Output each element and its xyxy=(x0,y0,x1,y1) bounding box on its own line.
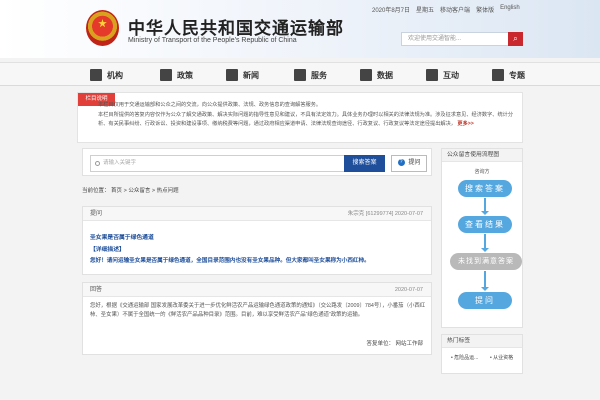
top-utility-bar: 2020年8月7日 星期五 移动客户端 繁体版 English xyxy=(372,5,520,14)
question-header: 提问 朱宗克 [61299774] 2020-07-07 xyxy=(83,207,431,221)
flow-user-label: 咨询方 xyxy=(474,169,490,175)
notice-line-1: 本栏目仅用于交通运输部和公众之间的交流，向公众提供政策、法规、政务信息的查询解答… xyxy=(98,102,322,108)
hot-tags-title: 热门标签 xyxy=(442,335,522,348)
search-icon xyxy=(95,161,100,166)
document-icon xyxy=(160,69,172,81)
main-nav: 机构 政策 新闻 服务 数据 互动 专题 xyxy=(0,62,600,86)
question-title: 圣女果是否属于绿色通道 xyxy=(90,235,154,241)
question-search-panel: 请输入关键字 搜索答案 ? 提问 xyxy=(82,148,432,176)
breadcrumb-hot-questions: 热点问题 xyxy=(156,188,179,194)
traditional-chinese-link[interactable]: 繁体版 xyxy=(476,5,494,14)
nav-item-interaction[interactable]: 互动 xyxy=(426,63,459,87)
arrow-down-icon xyxy=(481,271,489,291)
nav-label: 服务 xyxy=(311,70,327,80)
keyword-placeholder: 请输入关键字 xyxy=(103,160,137,166)
question-label: 提问 xyxy=(90,211,103,217)
breadcrumb: 当前位置： 首页 > 公众留言 > 热点问题 xyxy=(82,186,179,194)
service-icon xyxy=(294,69,306,81)
hot-tags-panel: 热门标签 • 危险品运... • 从业资格 xyxy=(441,334,523,374)
site-title-english: Ministry of Transport of the People's Re… xyxy=(128,37,297,44)
more-link[interactable]: 更多>> xyxy=(457,121,473,127)
question-meta: 朱宗克 [61299774] 2020-07-07 xyxy=(347,211,423,217)
ask-question-button[interactable]: ? 提问 xyxy=(391,155,427,172)
flow-step-ask[interactable]: 提问 xyxy=(458,292,512,309)
answer-header: 回答 2020-07-07 xyxy=(83,283,431,297)
hot-tag-label: 危险品运... xyxy=(454,355,479,361)
breadcrumb-public-messages[interactable]: 公众留言 xyxy=(128,188,150,194)
answer-card: 回答 2020-07-07 您好，根据《交通运输部 国家发展改革委关于进一步优化… xyxy=(82,282,432,355)
notice-line-2-text: 本栏目所提供的答复内容仅作为公众了解交通政策、解决实际问题的指导性意见和建议，不… xyxy=(98,111,514,128)
answer-signature: 答复单位： 网站工作部 xyxy=(366,341,423,347)
current-date: 2020年8月7日 xyxy=(372,8,411,14)
newspaper-icon xyxy=(226,69,238,81)
flow-step-view-results[interactable]: 查看结果 xyxy=(458,216,512,233)
nav-item-agency[interactable]: 机构 xyxy=(90,63,123,87)
flow-step-search[interactable]: 搜索答案 xyxy=(458,180,512,197)
arrow-down-icon xyxy=(481,234,489,252)
question-mark-icon: ? xyxy=(397,158,405,166)
usage-flowchart: 公众留言使用流程图 咨询方 搜索答案 查看结果 未找到满意答案 提问 xyxy=(441,148,523,328)
hot-tag-item[interactable]: • 危险品运... xyxy=(451,354,478,361)
search-answers-button[interactable]: 搜索答案 xyxy=(344,155,385,172)
national-emblem-icon xyxy=(86,10,119,46)
breadcrumb-prefix: 当前位置： xyxy=(82,188,110,194)
mobile-client-link[interactable]: 移动客户端 xyxy=(440,5,470,14)
nav-item-topics[interactable]: 专题 xyxy=(492,63,525,87)
nav-item-policy[interactable]: 政策 xyxy=(160,63,193,87)
notice-text: 本栏目仅用于交通运输部和公众之间的交流，向公众提供政策、法规、政务信息的查询解答… xyxy=(98,101,513,130)
building-icon xyxy=(90,69,102,81)
bookmark-icon xyxy=(492,69,504,81)
nav-label: 数据 xyxy=(377,70,393,80)
keyword-search-input[interactable]: 请输入关键字 xyxy=(90,155,357,172)
site-title[interactable]: 中华人民共和国交通运输部 xyxy=(128,14,344,39)
hot-tag-label: 从业资格 xyxy=(493,355,514,361)
column-notice: 栏目说明 本栏目仅用于交通运输部和公众之间的交流，向公众提供政策、法规、政务信息… xyxy=(77,92,523,143)
answer-label: 回答 xyxy=(90,287,103,293)
site-search-input[interactable]: 欢迎使用交通智能... xyxy=(401,32,523,46)
current-weekday: 星期五 xyxy=(416,8,435,14)
question-card: 提问 朱宗克 [61299774] 2020-07-07 圣女果是否属于绿色通道… xyxy=(82,206,432,275)
chart-icon xyxy=(360,69,372,81)
answer-date: 2020-07-07 xyxy=(394,287,423,293)
flowchart-title: 公众留言使用流程图 xyxy=(442,149,522,162)
flow-step-not-found: 未找到满意答案 xyxy=(450,253,522,270)
nav-label: 专题 xyxy=(509,70,525,80)
nav-label: 政策 xyxy=(177,70,193,80)
header-banner: 中华人民共和国交通运输部 Ministry of Transport of th… xyxy=(0,0,600,58)
arrow-down-icon xyxy=(481,198,489,215)
search-icon: ⌕ xyxy=(513,34,518,43)
ask-label: 提问 xyxy=(408,160,421,166)
nav-label: 互动 xyxy=(443,70,459,80)
nav-item-news[interactable]: 新闻 xyxy=(226,63,259,87)
breadcrumb-home[interactable]: 首页 xyxy=(111,188,122,194)
nav-label: 机构 xyxy=(107,70,123,80)
nav-label: 新闻 xyxy=(243,70,259,80)
nav-item-data[interactable]: 数据 xyxy=(360,63,393,87)
question-detail-label: 【详细描述】 xyxy=(90,247,125,253)
site-search-button[interactable]: ⌕ xyxy=(508,32,523,46)
hot-tag-item[interactable]: • 从业资格 xyxy=(490,354,513,361)
notice-line-2: 本栏目所提供的答复内容仅作为公众了解交通政策、解决实际问题的指导性意见和建议，不… xyxy=(98,111,513,130)
english-link[interactable]: English xyxy=(500,5,520,14)
chat-icon xyxy=(426,69,438,81)
nav-item-service[interactable]: 服务 xyxy=(294,63,327,87)
question-body: 您好！请问运输圣女果是否属于绿色通道，全国目录范围内也没有圣女果品种。但大家都叫… xyxy=(90,258,370,264)
answer-body: 您好，根据《交通运输部 国家发展改革委关于进一步优化鲜活农产品运输绿色通道政策的… xyxy=(90,303,426,319)
